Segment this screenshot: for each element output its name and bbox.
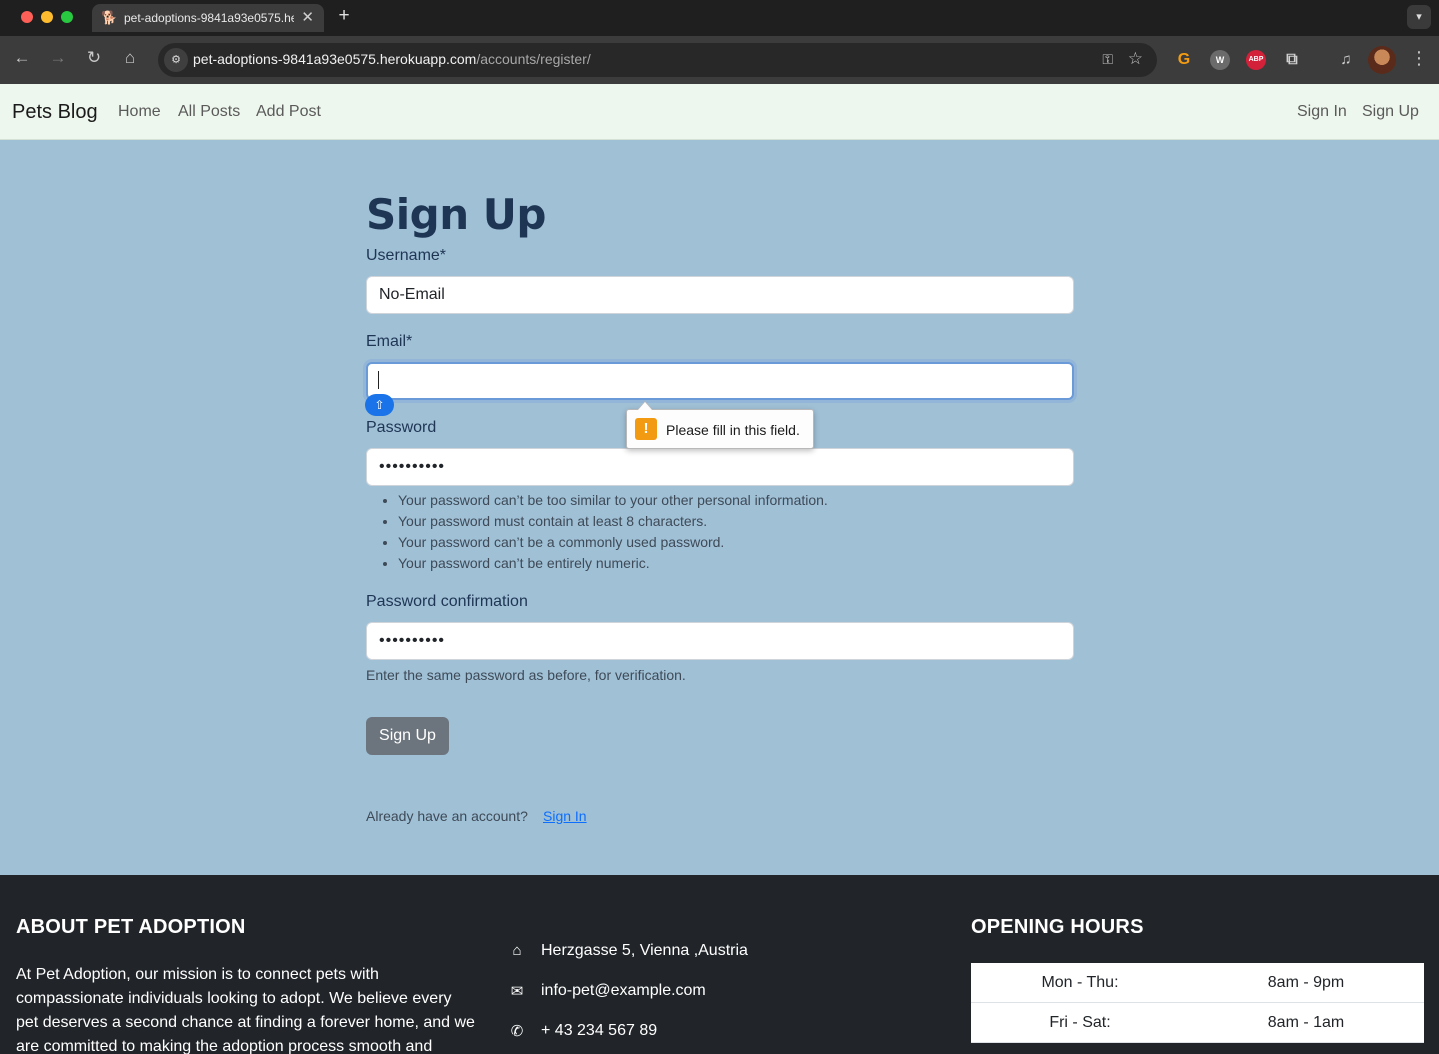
list-item: Your password can’t be entirely numeric.: [398, 553, 1074, 574]
forward-icon[interactable]: →: [46, 48, 70, 68]
site-info-icon[interactable]: ⚙: [164, 48, 188, 72]
validation-tooltip: ! Please fill in this field.: [626, 401, 814, 449]
username-label: Username*: [366, 247, 447, 264]
warning-icon: !: [635, 418, 657, 440]
url-text[interactable]: pet-adoptions-9841a93e0575.herokuapp.com…: [193, 51, 591, 67]
brand-logo[interactable]: Pets Blog: [12, 101, 98, 124]
address-bar[interactable]: ⚙ pet-adoptions-9841a93e0575.herokuapp.c…: [158, 43, 1157, 77]
browser-tab-bar: 🐕 pet-adoptions-9841a93e0575.herokuapp.c…: [0, 0, 1439, 36]
sign-up-button[interactable]: Sign Up: [366, 717, 449, 755]
minimize-window-button[interactable]: [41, 11, 53, 23]
phone-icon: ✆: [510, 1023, 524, 1040]
tab-search-button[interactable]: ▾: [1407, 5, 1431, 29]
site-footer: ABOUT PET ADOPTION At Pet Adoption, our …: [0, 875, 1439, 1054]
about-heading: ABOUT PET ADOPTION: [16, 916, 246, 938]
close-window-button[interactable]: [21, 11, 33, 23]
table-row: Fri - Sat: 8am - 1am: [971, 1003, 1424, 1043]
sign-in-link[interactable]: Sign In: [543, 808, 587, 824]
nav-sign-in-link[interactable]: Sign In: [1297, 103, 1347, 121]
nav-sign-up-link[interactable]: Sign Up: [1362, 103, 1419, 121]
email-input[interactable]: [366, 362, 1074, 400]
browser-menu-icon[interactable]: ⋮: [1410, 48, 1428, 69]
confirm-help-text: Enter the same password as before, for v…: [366, 667, 686, 683]
text-caret: [378, 371, 379, 389]
dog-favicon-icon: 🐕: [101, 10, 118, 25]
bookmark-star-icon[interactable]: ☆: [1128, 49, 1143, 69]
autofill-key-icon[interactable]: ⇧: [365, 394, 394, 416]
already-have-account-text: Already have an account?: [366, 808, 528, 824]
password-label: Password: [366, 419, 437, 436]
maximize-window-button[interactable]: [61, 11, 73, 23]
home-icon[interactable]: ⌂: [118, 48, 142, 68]
about-text: At Pet Adoption, our mission is to conne…: [16, 966, 475, 1054]
tab-title: pet-adoptions-9841a93e0575.herokuapp.com: [124, 11, 294, 25]
reload-icon[interactable]: ↻: [82, 48, 106, 68]
list-item: Your password can’t be too similar to yo…: [398, 490, 1074, 511]
media-controls-icon[interactable]: ♫: [1336, 50, 1356, 70]
password-confirmation-label: Password confirmation: [366, 593, 528, 610]
validation-message: Please fill in this field.: [666, 422, 800, 438]
nav-all-posts-link[interactable]: All Posts: [178, 103, 240, 121]
tab-close-icon[interactable]: ✕: [301, 8, 314, 26]
table-row: Mon - Thu: 8am - 9pm: [971, 963, 1424, 1003]
password-confirmation-input[interactable]: ••••••••••: [366, 622, 1074, 660]
profile-avatar[interactable]: [1368, 46, 1396, 74]
opening-hours-table: Mon - Thu: 8am - 9pm Fri - Sat: 8am - 1a…: [971, 963, 1424, 1043]
email-label: Email*: [366, 333, 413, 350]
back-icon[interactable]: ←: [10, 48, 34, 68]
browser-tab[interactable]: 🐕 pet-adoptions-9841a93e0575.herokuapp.c…: [92, 4, 324, 32]
password-help-list: Your password can’t be too similar to yo…: [366, 490, 1074, 574]
grammarly-extension-icon[interactable]: G: [1174, 50, 1194, 70]
opening-hours-heading: OPENING HOURS: [971, 916, 1144, 938]
adblock-extension-icon[interactable]: ABP: [1246, 50, 1266, 70]
nav-home-link[interactable]: Home: [118, 103, 161, 121]
browser-toolbar: ← → ↻ ⌂ ⚙ pet-adoptions-9841a93e0575.her…: [0, 36, 1439, 84]
page-title: Sign Up: [366, 190, 546, 239]
envelope-icon: ✉: [510, 983, 524, 1000]
w-extension-icon[interactable]: W: [1210, 50, 1230, 70]
list-item: Your password must contain at least 8 ch…: [398, 511, 1074, 532]
password-input[interactable]: ••••••••••: [366, 448, 1074, 486]
home-icon: ⌂: [512, 942, 522, 959]
site-navbar: Pets Blog Home All Posts Add Post Sign I…: [0, 84, 1439, 140]
username-input[interactable]: No-Email: [366, 276, 1074, 314]
new-tab-button[interactable]: +: [335, 5, 353, 27]
password-key-icon[interactable]: ⚿: [1102, 51, 1113, 68]
nav-add-post-link[interactable]: Add Post: [256, 103, 321, 121]
list-item: Your password can’t be a commonly used p…: [398, 532, 1074, 553]
extensions-puzzle-icon[interactable]: ⧉: [1282, 50, 1302, 70]
